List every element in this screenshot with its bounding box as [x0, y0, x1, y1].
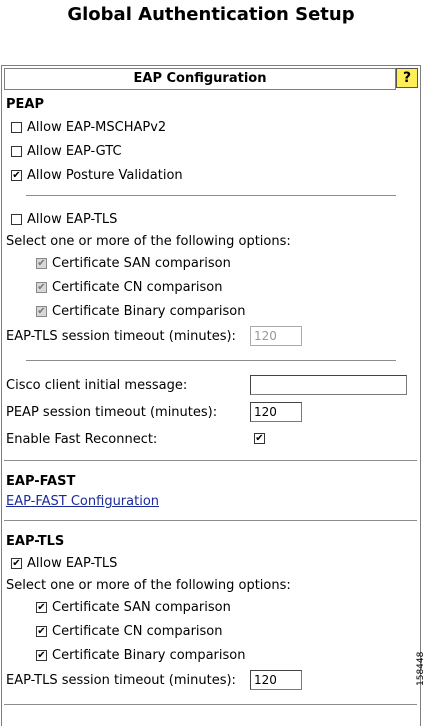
peap-cert-cn-label: Certificate CN comparison — [52, 280, 223, 295]
eap-tls-timeout-input[interactable]: 120 — [250, 670, 302, 690]
eap-tls-cert-san-checkbox[interactable]: ✔ — [36, 602, 47, 613]
allow-mschapv2-checkbox[interactable] — [11, 122, 22, 133]
section-divider — [4, 704, 417, 705]
peap-allow-eap-tls-checkbox[interactable] — [11, 214, 22, 225]
divider — [26, 360, 396, 361]
help-icon[interactable]: ? — [396, 68, 418, 88]
eap-tls-cert-cn-label: Certificate CN comparison — [52, 624, 223, 639]
eap-tls-allow-checkbox[interactable]: ✔ — [11, 558, 22, 569]
peap-cert-cn-checkbox[interactable]: ✔ — [36, 282, 47, 293]
eap-tls-allow-label: Allow EAP-TLS — [27, 556, 118, 571]
page-title: Global Authentication Setup — [67, 4, 355, 25]
figure-number: 158448 — [416, 651, 426, 686]
allow-posture-validation-label: Allow Posture Validation — [27, 168, 183, 183]
peap-cert-binary-label: Certificate Binary comparison — [52, 304, 246, 319]
peap-cert-san-checkbox[interactable]: ✔ — [36, 258, 47, 269]
cisco-client-message-label: Cisco client initial message: — [6, 378, 188, 393]
peap-cert-san-label: Certificate SAN comparison — [52, 256, 231, 271]
fast-reconnect-label: Enable Fast Reconnect: — [6, 432, 158, 447]
allow-gtc-checkbox[interactable] — [11, 146, 22, 157]
peap-cert-binary-checkbox[interactable]: ✔ — [36, 306, 47, 317]
allow-gtc-label: Allow EAP-GTC — [27, 144, 122, 159]
divider — [26, 195, 396, 196]
allow-mschapv2-label: Allow EAP-MSCHAPv2 — [27, 120, 167, 135]
peap-session-timeout-label: PEAP session timeout (minutes): — [6, 405, 218, 420]
eap-fast-section-title: EAP-FAST — [6, 474, 76, 489]
peap-session-timeout-input[interactable]: 120 — [250, 402, 302, 422]
peap-tls-timeout-input[interactable]: 120 — [250, 326, 302, 346]
allow-posture-validation-checkbox[interactable]: ✔ — [11, 170, 22, 181]
eap-tls-cert-binary-label: Certificate Binary comparison — [52, 648, 246, 663]
section-divider — [4, 520, 417, 521]
eap-tls-cert-cn-checkbox[interactable]: ✔ — [36, 626, 47, 637]
peap-tls-timeout-label: EAP-TLS session timeout (minutes): — [6, 329, 236, 344]
fast-reconnect-checkbox[interactable]: ✔ — [254, 433, 265, 444]
eap-tls-cert-binary-checkbox[interactable]: ✔ — [36, 650, 47, 661]
eap-fast-configuration-link[interactable]: EAP-FAST Configuration — [6, 494, 159, 509]
peap-section-title: PEAP — [6, 97, 44, 112]
peap-allow-eap-tls-label: Allow EAP-TLS — [27, 212, 118, 227]
cisco-client-message-input[interactable] — [250, 375, 407, 395]
eap-tls-timeout-label: EAP-TLS session timeout (minutes): — [6, 673, 236, 688]
section-divider — [4, 460, 417, 461]
eap-tls-cert-san-label: Certificate SAN comparison — [52, 600, 231, 615]
eap-tls-section-title: EAP-TLS — [6, 534, 65, 549]
peap-options-text: Select one or more of the following opti… — [6, 234, 291, 249]
panel-header: EAP Configuration — [4, 68, 396, 90]
eap-tls-options-text: Select one or more of the following opti… — [6, 578, 291, 593]
